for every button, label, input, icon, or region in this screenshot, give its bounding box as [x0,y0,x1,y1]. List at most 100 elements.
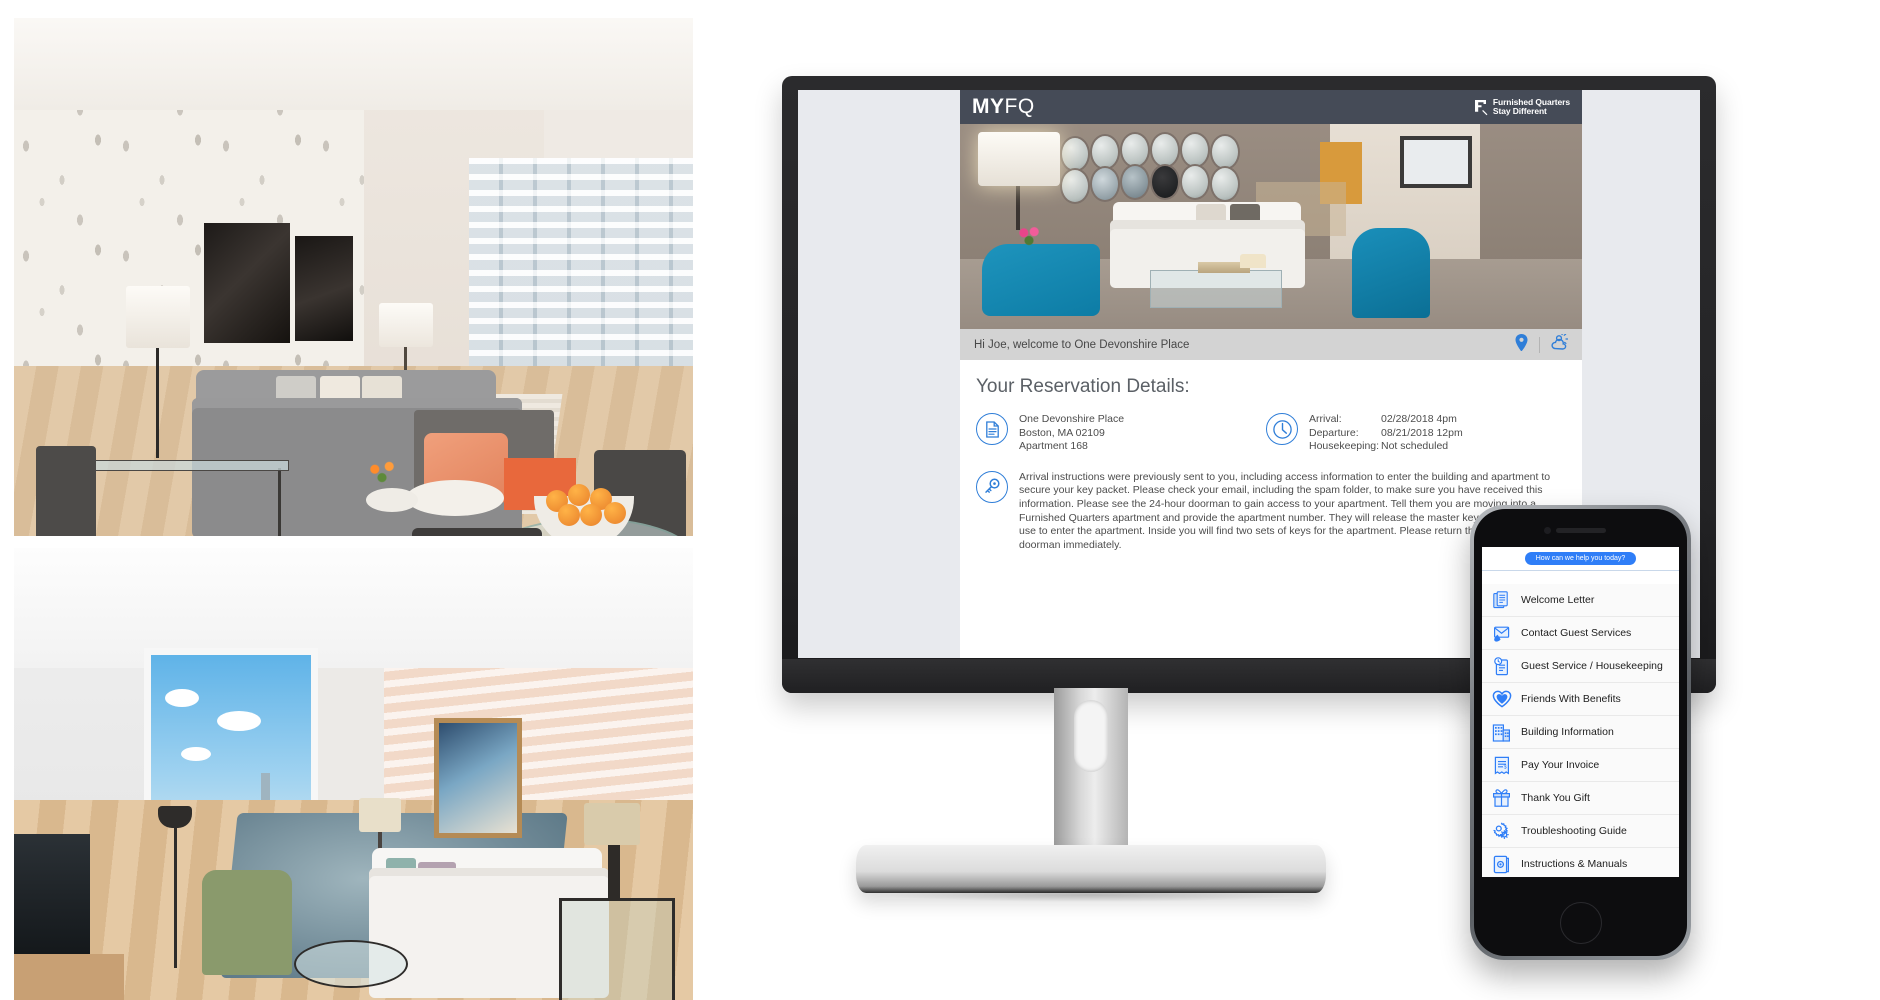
coffee-table [406,480,504,516]
wall-mirror [1120,164,1150,200]
cloud [181,747,211,761]
floor-lamp-shade-left [126,286,190,348]
wall-mirror [1120,132,1150,168]
building-icon [1491,722,1512,743]
wall-mirror [1180,164,1210,200]
time-value: 08/21/2018 12pm [1381,426,1463,439]
greeting-actions [1515,332,1569,356]
time-label: Arrival: [1309,413,1342,425]
manual-book-icon [1491,854,1512,875]
wall-mirror [1210,166,1240,202]
floor-lamp-stem [174,818,177,968]
time-value: 02/28/2018 4pm [1381,413,1457,425]
time-row: Arrival: 02/28/2018 4pm [1309,413,1463,427]
brand-text: Furnished Quarters Stay Different [1493,97,1570,117]
media-console [14,954,124,1000]
address-block: One Devonshire Place Boston, MA 02109 Ap… [976,413,1256,454]
home-button[interactable] [1559,902,1602,944]
wall-art-left [204,223,290,343]
menu-item-troubleshooting-guide[interactable]: Troubleshooting Guide [1482,815,1679,848]
menu-item-friends-with-benefits[interactable]: Friends With Benefits [1482,683,1679,716]
menu-item-guest-service-housekeeping[interactable]: Guest Service / Housekeeping [1482,650,1679,683]
map-pin-icon[interactable] [1515,333,1528,356]
round-glass-coffee-table [294,940,408,988]
green-accent-chair [202,870,292,975]
television [14,834,90,954]
smartphone: How can we help you today? Welcome Lette… [1470,505,1691,960]
invoice-icon: $ [1491,755,1512,776]
side-table [559,898,675,1000]
living-room-grey-sofa-photo [14,18,693,536]
ceiling [14,548,693,668]
front-camera-icon [1544,527,1551,534]
divider [1539,336,1540,353]
gift-icon [1491,788,1512,809]
times-block: Arrival: 02/28/2018 4pm Departure: 08/21/2… [1266,413,1463,454]
wall-mirror [1060,136,1090,172]
address-lines: One Devonshire Place Boston, MA 02109 Ap… [1019,413,1124,454]
phone-screen: How can we help you today? Welcome Lette… [1482,547,1679,877]
cloud [165,689,199,707]
address-line-1: One Devonshire Place [1019,413,1125,425]
menu-item-welcome-letter[interactable]: Welcome Letter [1482,584,1679,617]
svg-text:$: $ [1503,764,1506,770]
framed-artwork [434,718,522,838]
address-line-3: Apartment 168 [1019,440,1088,452]
time-value: Not scheduled [1381,440,1449,452]
menu-item-instructions-manuals[interactable]: Instructions & Manuals [1482,848,1679,877]
key-icon [976,470,1008,503]
document-icon [976,413,1008,445]
table-lamp [978,132,1060,186]
time-row: Departure: 08/21/2018 12pm [1309,427,1463,441]
wall-art-right [295,236,353,341]
menu-item-label: Building Information [1521,726,1614,738]
weather-sun-cloud-icon[interactable] [1551,332,1569,355]
wall-mirror [1060,168,1090,204]
menu-item-building-information[interactable]: Building Information [1482,716,1679,749]
chat-prompt-bubble[interactable]: How can we help you today? [1524,552,1637,565]
floor-lamp-stem-left [156,348,159,458]
greeting-bar: Hi Joe, welcome to One Devonshire Place [960,329,1582,360]
pink-flowers [1016,224,1042,246]
chat-prompt-row: How can we help you today? [1482,547,1679,571]
menu-item-label: Instructions & Manuals [1521,858,1628,870]
menu-item-thank-you-gift[interactable]: Thank You Gift [1482,782,1679,815]
table-lamp-shade [359,798,401,832]
menu-item-label: Pay Your Invoice [1521,759,1600,771]
wall-mirror [1180,132,1210,168]
side-lamp-shade [584,803,640,845]
gears-icon [1491,821,1512,842]
time-label: Housekeeping: [1309,440,1380,452]
floor-lamp-head [158,806,192,828]
glass-console-desk [72,460,289,471]
menu-item-pay-your-invoice[interactable]: $ Pay Your Invoice [1482,749,1679,782]
dining-chair-front [412,528,542,536]
wall-mirror [1090,166,1120,202]
site-header: MYFQ Furnished Quarters Stay Different [960,90,1582,124]
furnished-quarters-mark-icon [1474,99,1489,116]
blue-accent-chair-left [982,244,1100,316]
orange-fruit [568,484,590,506]
site-logo[interactable]: MYFQ [972,95,1035,119]
side-table [366,488,418,512]
times-lines: Arrival: 02/28/2018 4pm Departure: 08/21/2… [1309,413,1463,454]
flower-vase [364,458,400,486]
heart-icon [1491,689,1512,710]
desk-leg-right [278,468,281,536]
menu-item-label: Contact Guest Services [1521,627,1632,639]
menu-item-label: Welcome Letter [1521,594,1595,606]
wall-mirror [1150,164,1180,200]
envelope-phone-icon [1491,623,1512,644]
orange-fruit [558,504,580,526]
living-room-white-sofa-photo [14,548,693,1000]
time-row: Housekeeping: Not scheduled [1309,440,1463,454]
glass-coffee-table [1150,270,1282,308]
time-label: Departure: [1309,426,1359,439]
monitor-stand-cable-slot [1074,700,1108,772]
hero-apartment-image [960,124,1582,329]
desk-chair [36,446,96,536]
menu-item-label: Guest Service / Housekeeping [1521,660,1663,672]
cloud [217,711,261,731]
address-line-2: Boston, MA 02109 [1019,426,1105,439]
menu-item-contact-guest-services[interactable]: Contact Guest Services [1482,617,1679,650]
